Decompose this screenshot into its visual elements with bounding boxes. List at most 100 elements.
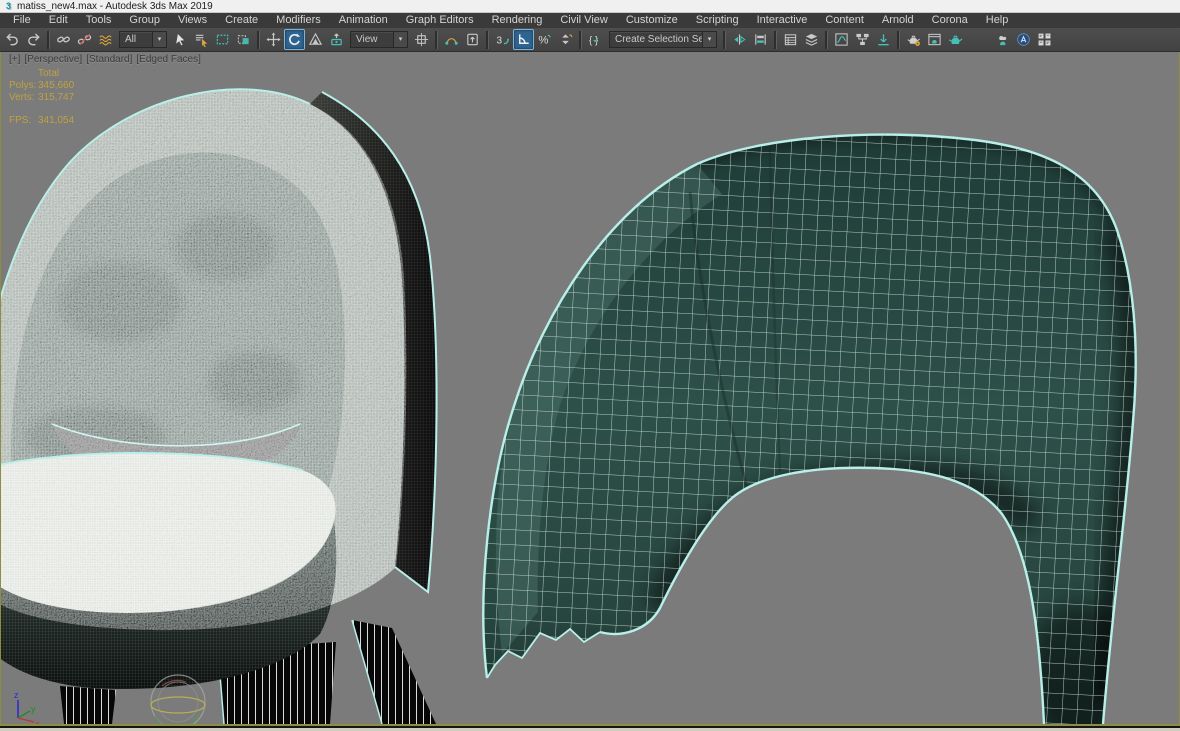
render-production-button[interactable]: [945, 29, 966, 50]
viewport-pov-menu[interactable]: [Perspective]: [24, 54, 82, 65]
schem-icon: [855, 32, 870, 47]
a360-icon: [1016, 32, 1031, 47]
bind-to-space-warp-button[interactable]: [95, 29, 116, 50]
menu-create[interactable]: Create: [216, 13, 267, 28]
select-and-rotate-button[interactable]: [284, 29, 305, 50]
redo-icon: [26, 32, 41, 47]
axis-z-label: z: [14, 690, 19, 700]
menu-help[interactable]: Help: [977, 13, 1018, 28]
select-and-scale-button[interactable]: [305, 29, 326, 50]
rectangular-selection-region-button[interactable]: [212, 29, 233, 50]
state-sets-button[interactable]: [1034, 29, 1055, 50]
schematic-view-button[interactable]: [852, 29, 873, 50]
manip-icon: [444, 32, 459, 47]
select-and-manipulate-button[interactable]: [441, 29, 462, 50]
scale-icon: [308, 32, 323, 47]
place-icon: [329, 32, 344, 47]
select-object-button[interactable]: [170, 29, 191, 50]
toggle-layer-explorer-button[interactable]: [801, 29, 822, 50]
toolbar-separator: [257, 31, 260, 49]
menu-graph-editors[interactable]: Graph Editors: [397, 13, 483, 28]
menu-group[interactable]: Group: [120, 13, 169, 28]
named-selection-sets-dropdown[interactable]: Create Selection Set▾: [609, 31, 717, 48]
snaps-toggle-3d-button[interactable]: [492, 29, 513, 50]
curve-icon: [834, 32, 849, 47]
pivot-icon: [414, 32, 429, 47]
menu-rendering[interactable]: Rendering: [483, 13, 552, 28]
select-and-move-button[interactable]: [263, 29, 284, 50]
perspective-viewport[interactable]: z y x [+] [Perspective] [Standard] [Edged F…: [0, 52, 1180, 726]
cursor-icon: [173, 32, 188, 47]
use-pivot-point-center-button[interactable]: [411, 29, 432, 50]
keyboard-shortcut-override-button[interactable]: [462, 29, 483, 50]
snapspin-icon: [558, 32, 573, 47]
viewport-shading-menu[interactable]: [Standard]: [86, 54, 132, 65]
unlink-selection-button[interactable]: [74, 29, 95, 50]
region-icon: [215, 32, 230, 47]
spinner-snap-toggle-button[interactable]: [555, 29, 576, 50]
title-bar: 3 matiss_new4.max - Autodesk 3ds Max 201…: [0, 0, 1180, 13]
axis-x-label: x: [35, 719, 40, 724]
rendered-frame-window-button[interactable]: [924, 29, 945, 50]
menu-interactive[interactable]: Interactive: [748, 13, 817, 28]
menu-animation[interactable]: Animation: [330, 13, 397, 28]
menu-content[interactable]: Content: [816, 13, 873, 28]
unlink-icon: [77, 32, 92, 47]
toolbar-separator: [435, 31, 438, 49]
window-title: matiss_new4.max - Autodesk 3ds Max 2019: [17, 1, 213, 12]
stat-polys: Polys:345,660: [9, 80, 74, 92]
snapang-icon: [516, 32, 531, 47]
reference-coordinate-system-dropdown[interactable]: View▾: [350, 31, 408, 48]
redo-button[interactable]: [23, 29, 44, 50]
toolbar-separator: [723, 31, 726, 49]
select-and-place-button[interactable]: [326, 29, 347, 50]
window-bottom-edge: [0, 726, 1180, 731]
edit-named-selection-sets-button[interactable]: [585, 29, 606, 50]
viewport-per-view-menu[interactable]: [Edged Faces]: [136, 54, 200, 65]
menu-views[interactable]: Views: [169, 13, 216, 28]
select-by-name-button[interactable]: [191, 29, 212, 50]
angle-snap-toggle-button[interactable]: [513, 29, 534, 50]
kbd-icon: [465, 32, 480, 47]
render-in-cloud-button[interactable]: [992, 29, 1013, 50]
window-crossing-toggle-button[interactable]: [233, 29, 254, 50]
menu-bar: FileEditToolsGroupViewsCreateModifiersAn…: [0, 13, 1180, 28]
menu-scripting[interactable]: Scripting: [687, 13, 748, 28]
menu-file[interactable]: File: [4, 13, 40, 28]
app-icon-3ds-max: 3: [4, 2, 13, 11]
toolbar-separator: [825, 31, 828, 49]
toggle-ribbon-button[interactable]: [873, 29, 894, 50]
menu-arnold[interactable]: Arnold: [873, 13, 923, 28]
percent-snap-toggle-button[interactable]: [534, 29, 555, 50]
toolbar-separator: [486, 31, 489, 49]
selection-filter-dropdown[interactable]: All▾: [119, 31, 167, 48]
menu-customize[interactable]: Customize: [617, 13, 687, 28]
undo-button[interactable]: [2, 29, 23, 50]
rsetup-icon: [906, 32, 921, 47]
main-toolbar: All▾ View▾ Create Selection Set▾: [0, 28, 1180, 52]
align-button[interactable]: [750, 29, 771, 50]
spacewarp-icon: [98, 32, 113, 47]
mirror-icon: [732, 32, 747, 47]
chevron-down-icon: ▾: [393, 32, 407, 47]
menu-civil-view[interactable]: Civil View: [551, 13, 616, 28]
menu-modifiers[interactable]: Modifiers: [267, 13, 330, 28]
ribbon-icon: [876, 32, 891, 47]
undo-icon: [5, 32, 20, 47]
scene-3d: z y x: [0, 52, 1180, 724]
align-icon: [753, 32, 768, 47]
viewport-general-menu[interactable]: [+]: [9, 54, 20, 65]
select-and-link-button[interactable]: [53, 29, 74, 50]
menu-edit[interactable]: Edit: [40, 13, 77, 28]
mirror-button[interactable]: [729, 29, 750, 50]
menu-tools[interactable]: Tools: [77, 13, 121, 28]
render-setup-button[interactable]: [903, 29, 924, 50]
grid4-icon: [1037, 32, 1052, 47]
curve-editor-button[interactable]: [831, 29, 852, 50]
menu-corona[interactable]: Corona: [923, 13, 977, 28]
a360-gallery-button[interactable]: [1013, 29, 1034, 50]
snappct-icon: [537, 32, 552, 47]
selname-icon: [194, 32, 209, 47]
toggle-scene-explorer-button[interactable]: [780, 29, 801, 50]
viewport-label: [+] [Perspective] [Standard] [Edged Faces]: [9, 54, 205, 65]
